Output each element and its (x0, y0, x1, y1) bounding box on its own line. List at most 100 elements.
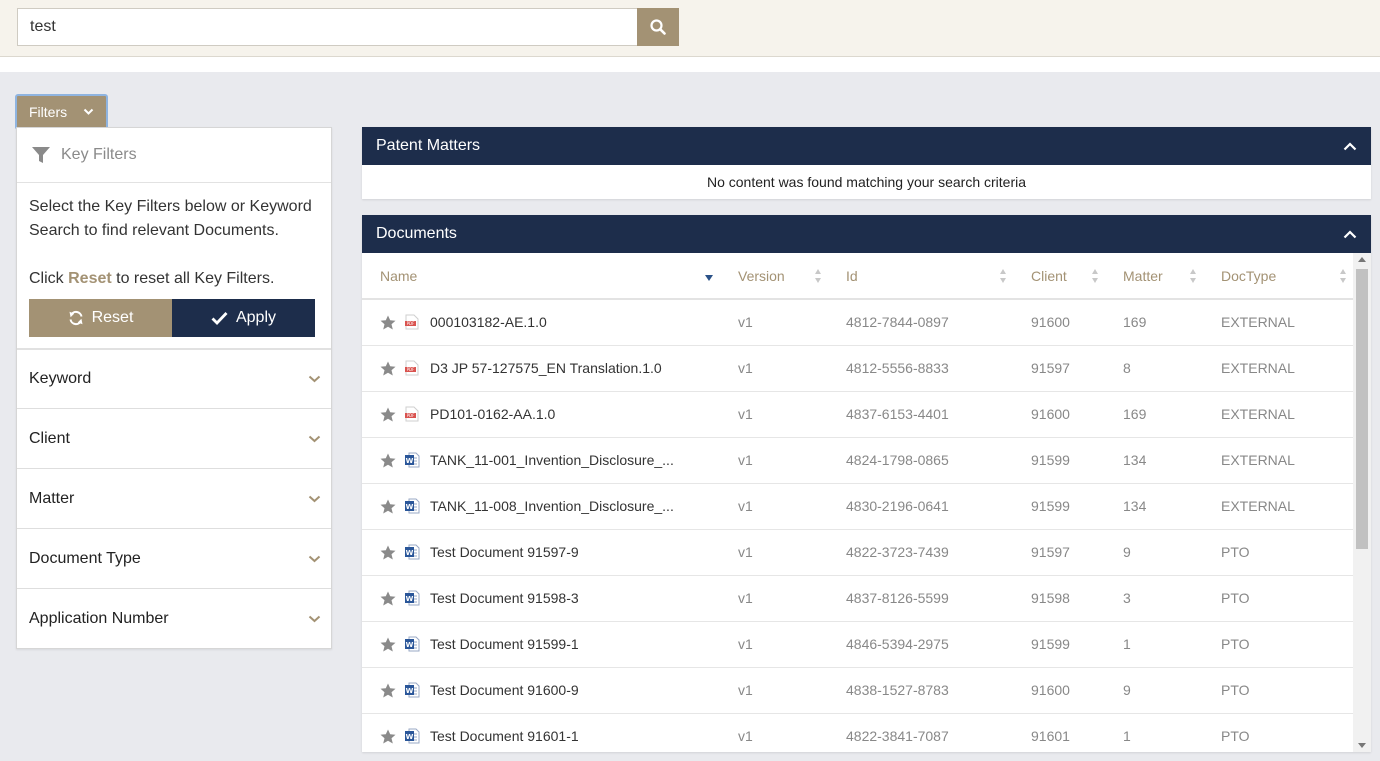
document-name-link[interactable]: 000103182-AE.1.0 (430, 314, 547, 330)
cell-doctype: PTO (1203, 529, 1353, 576)
sort-icon[interactable] (1091, 268, 1099, 284)
documents-header[interactable]: Documents (362, 215, 1371, 253)
star-icon[interactable] (380, 591, 396, 606)
reset-button[interactable]: Reset (29, 299, 172, 337)
star-icon[interactable] (380, 683, 396, 698)
filter-section-application-number[interactable]: Application Number (17, 588, 331, 648)
table-row[interactable]: W Test Document 91597-9 v1 4822-3723-7439 91… (362, 529, 1353, 576)
search-button[interactable] (637, 8, 679, 46)
chevron-up-icon[interactable] (1343, 141, 1357, 151)
cell-name[interactable]: W Test Document 91598-3 (362, 575, 720, 622)
cell-id: 4846-5394-2975 (828, 621, 1013, 668)
scrollbar-thumb[interactable] (1356, 269, 1368, 549)
cell-name[interactable]: W Test Document 91599-1 (362, 621, 720, 668)
table-row[interactable]: PDF 000103182-AE.1.0 v1 4812-7844-0897 91600… (362, 299, 1353, 346)
documents-title: Documents (376, 225, 457, 242)
column-header-client[interactable]: Client (1013, 253, 1105, 300)
filter-section-client[interactable]: Client (17, 408, 331, 468)
sort-icon[interactable] (1189, 268, 1197, 284)
document-name-link[interactable]: TANK_11-008_Invention_Disclosure_... (430, 498, 674, 514)
cell-name[interactable]: W Test Document 91600-9 (362, 667, 720, 714)
svg-text:W: W (406, 641, 414, 649)
svg-text:W: W (406, 503, 414, 511)
document-name-link[interactable]: Test Document 91598-3 (430, 590, 579, 606)
cell-client: 91600 (1013, 667, 1105, 714)
word-file-icon: W (405, 590, 420, 606)
documents-table: Name Version Id Client Matter DocType PD… (362, 253, 1353, 752)
svg-text:W: W (406, 595, 414, 603)
scroll-up-arrow-icon[interactable] (1358, 257, 1366, 263)
cell-name[interactable]: PDF D3 JP 57-127575_EN Translation.1.0 (362, 345, 720, 392)
cell-name[interactable]: PDF 000103182-AE.1.0 (362, 299, 720, 346)
check-icon (211, 312, 228, 325)
document-name-link[interactable]: Test Document 91597-9 (430, 544, 579, 560)
table-row[interactable]: PDF PD101-0162-AA.1.0 v1 4837-6153-4401 9160… (362, 391, 1353, 438)
cell-client: 91597 (1013, 529, 1105, 576)
filter-section-keyword[interactable]: Keyword (17, 348, 331, 408)
table-row[interactable]: W Test Document 91598-3 v1 4837-8126-5599 91… (362, 575, 1353, 622)
chevron-up-icon[interactable] (1343, 229, 1357, 239)
cell-matter: 169 (1105, 299, 1203, 346)
column-header-name[interactable]: Name (362, 253, 720, 300)
cell-client: 91601 (1013, 713, 1105, 752)
apply-button[interactable]: Apply (172, 299, 315, 337)
svg-text:W: W (406, 733, 414, 741)
sort-icon[interactable] (999, 268, 1007, 284)
document-name-link[interactable]: PD101-0162-AA.1.0 (430, 406, 555, 422)
word-file-icon: W (405, 682, 420, 698)
cell-id: 4812-7844-0897 (828, 299, 1013, 346)
svg-text:PDF: PDF (407, 367, 415, 372)
cell-id: 4837-6153-4401 (828, 391, 1013, 438)
filter-section-matter[interactable]: Matter (17, 468, 331, 528)
documents-scrollbar[interactable] (1353, 253, 1371, 752)
cell-version: v1 (720, 621, 828, 668)
table-row[interactable]: W TANK_11-008_Invention_Disclosure_... v1 4… (362, 483, 1353, 530)
star-icon[interactable] (380, 545, 396, 560)
star-icon[interactable] (380, 729, 396, 744)
column-header-doctype[interactable]: DocType (1203, 253, 1353, 300)
cell-name[interactable]: W TANK_11-001_Invention_Disclosure_... (362, 437, 720, 484)
cell-doctype: EXTERNAL (1203, 299, 1353, 346)
sort-icon[interactable] (814, 268, 822, 284)
cell-name[interactable]: PDF PD101-0162-AA.1.0 (362, 391, 720, 438)
filters-toggle-button[interactable]: Filters (15, 94, 108, 130)
cell-client: 91599 (1013, 621, 1105, 668)
cell-doctype: PTO (1203, 667, 1353, 714)
star-icon[interactable] (380, 407, 396, 422)
column-header-matter[interactable]: Matter (1105, 253, 1203, 300)
svg-text:PDF: PDF (407, 413, 415, 418)
column-header-id[interactable]: Id (828, 253, 1013, 300)
star-icon[interactable] (380, 499, 396, 514)
document-name-link[interactable]: Test Document 91601-1 (430, 728, 579, 744)
svg-text:W: W (406, 549, 414, 557)
table-row[interactable]: W TANK_11-001_Invention_Disclosure_... v1 4… (362, 437, 1353, 484)
patent-matters-header[interactable]: Patent Matters (362, 127, 1371, 165)
search-icon (650, 19, 666, 35)
table-row[interactable]: W Test Document 91599-1 v1 4846-5394-2975 91… (362, 621, 1353, 668)
table-row[interactable]: W Test Document 91601-1 v1 4822-3841-7087 91… (362, 713, 1353, 752)
document-name-link[interactable]: Test Document 91599-1 (430, 636, 579, 652)
documents-panel: Documents Name Version Id Client Matter … (362, 215, 1371, 752)
document-name-link[interactable]: Test Document 91600-9 (430, 682, 579, 698)
cell-doctype: EXTERNAL (1203, 483, 1353, 530)
table-row[interactable]: PDF D3 JP 57-127575_EN Translation.1.0 v1 4… (362, 345, 1353, 392)
cell-name[interactable]: W Test Document 91601-1 (362, 713, 720, 752)
filter-section-document-type[interactable]: Document Type (17, 528, 331, 588)
cell-name[interactable]: W TANK_11-008_Invention_Disclosure_... (362, 483, 720, 530)
document-name-link[interactable]: TANK_11-001_Invention_Disclosure_... (430, 452, 674, 468)
sort-icon[interactable] (1339, 268, 1347, 284)
document-name-link[interactable]: D3 JP 57-127575_EN Translation.1.0 (430, 360, 662, 376)
table-row[interactable]: W Test Document 91600-9 v1 4838-1527-8783 91… (362, 667, 1353, 714)
star-icon[interactable] (380, 361, 396, 376)
search-input[interactable] (17, 8, 638, 46)
cell-client: 91600 (1013, 299, 1105, 346)
star-icon[interactable] (380, 637, 396, 652)
sort-desc-icon[interactable] (704, 270, 714, 286)
column-header-version[interactable]: Version (720, 253, 828, 300)
column-header-label: Matter (1123, 267, 1163, 284)
star-icon[interactable] (380, 315, 396, 330)
cell-matter: 1 (1105, 621, 1203, 668)
cell-name[interactable]: W Test Document 91597-9 (362, 529, 720, 576)
scroll-down-arrow-icon[interactable] (1358, 742, 1366, 748)
star-icon[interactable] (380, 453, 396, 468)
